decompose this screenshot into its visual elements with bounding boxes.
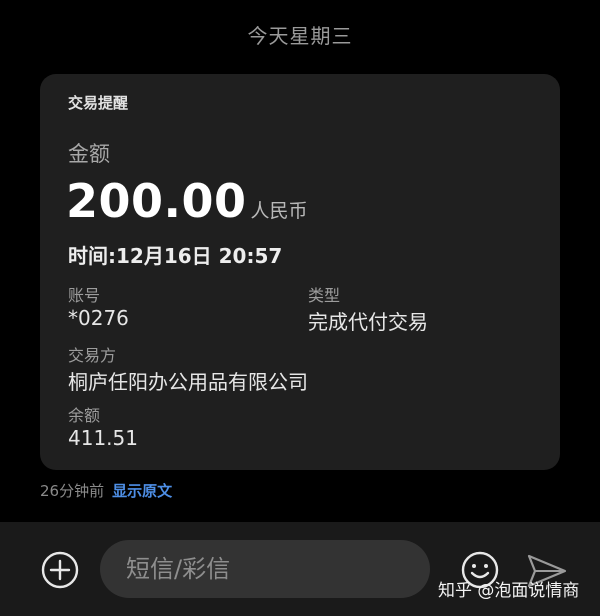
watermark: 知乎 @泡面说情商 [438, 581, 580, 601]
message-meta: 26分钟前 显示原文 [40, 480, 172, 501]
plus-circle-icon[interactable] [40, 550, 80, 590]
card-title: 交易提醒 [68, 94, 129, 112]
amount-label: 金额 [68, 142, 110, 166]
account-label: 账号 [68, 286, 101, 305]
amount-currency: 人民币 [250, 200, 308, 222]
account-value: *0276 [68, 306, 129, 330]
amount-value: 200.00 [66, 174, 247, 228]
date-header: 今天星期三 [247, 24, 353, 48]
show-original-link[interactable]: 显示原文 [112, 482, 172, 500]
message-input[interactable]: 短信/彩信 [100, 540, 430, 598]
transaction-message-card[interactable]: 交易提醒 金额 200.00 人民币 时间:12月16日 20:57 账号 *0… [40, 74, 560, 470]
type-value: 完成代付交易 [308, 310, 428, 334]
amount-row: 200.00 人民币 [66, 174, 308, 228]
transaction-time: 时间:12月16日 20:57 [68, 244, 283, 268]
counterparty-value: 桐庐任阳办公用品有限公司 [68, 370, 308, 394]
counterparty-label: 交易方 [68, 346, 117, 365]
composer-bar: 短信/彩信 [0, 522, 600, 616]
time-ago: 26分钟前 [40, 482, 105, 500]
balance-label: 余额 [68, 406, 101, 425]
type-label: 类型 [308, 286, 341, 305]
balance-value: 411.51 [68, 426, 138, 450]
